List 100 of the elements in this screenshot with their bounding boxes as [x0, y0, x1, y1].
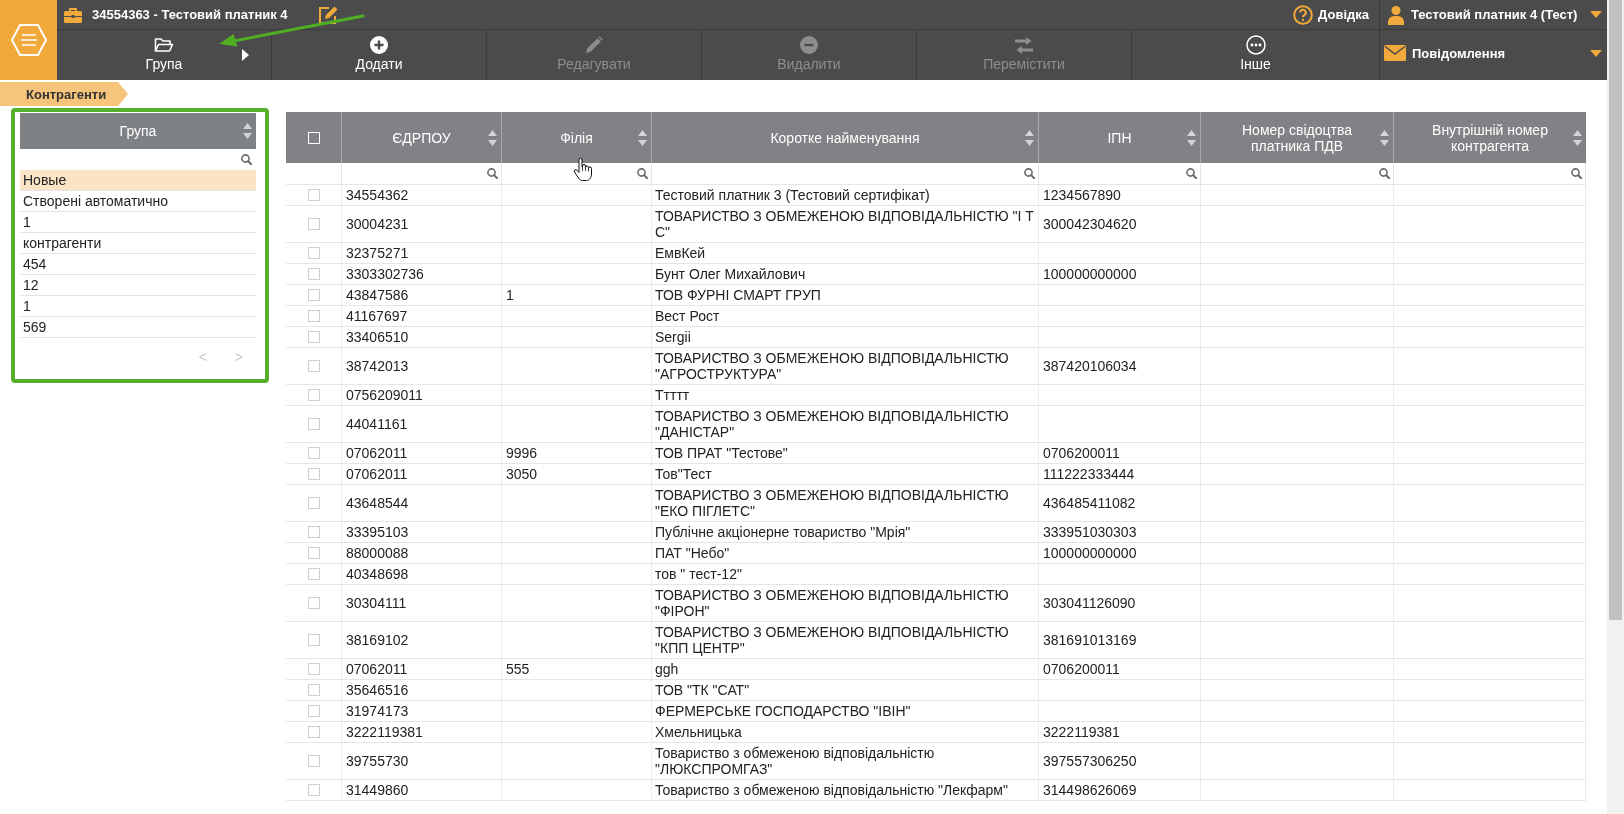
table-cell: 100000000000 [1039, 264, 1201, 285]
table-cell: 100000000000 [1039, 543, 1201, 564]
search-icon [1571, 168, 1582, 179]
toolbar-button[interactable]: Інше [1132, 30, 1379, 80]
filter-field[interactable] [1394, 163, 1586, 185]
table-cell: ТОВАРИСТВО З ОБМЕЖЕНОЮ ВІДПОВІДАЛЬНІСТЮ "ФІРОН" [652, 585, 1039, 622]
help-link[interactable]: Довідка [1293, 4, 1369, 25]
caret-down-icon [1590, 49, 1602, 57]
row-checkbox[interactable] [308, 663, 320, 675]
scrollbar-thumb[interactable] [1609, 0, 1622, 620]
table-cell: 40348698 [342, 564, 502, 585]
envelope-icon [1384, 45, 1406, 61]
group-item[interactable]: Новые [20, 170, 256, 191]
messages-menu[interactable]: Повідомлення [1379, 30, 1607, 80]
help-icon [1293, 4, 1314, 25]
table-cell: 43847586 [342, 285, 502, 306]
table-cell: Товариство з обмеженою відповідальністю "Лекфарм" [652, 780, 1039, 801]
sort-arrows-icon[interactable] [638, 129, 647, 146]
row-checkbox[interactable] [308, 389, 320, 401]
row-checkbox[interactable] [308, 289, 320, 301]
sort-arrows-icon[interactable] [1380, 129, 1389, 146]
table-cell: 38742013 [342, 348, 502, 385]
table-cell: 35646516 [342, 680, 502, 701]
column-header[interactable]: Внутрішній номер контрагента [1394, 112, 1586, 163]
row-checkbox[interactable] [308, 310, 320, 322]
breadcrumb-tab[interactable]: Контрагенти [0, 82, 128, 106]
sort-arrows-icon[interactable] [1187, 129, 1196, 146]
row-checkbox[interactable] [308, 247, 320, 259]
row-checkbox[interactable] [308, 755, 320, 767]
table-cell: ТОВАРИСТВО З ОБМЕЖЕНОЮ ВІДПОВІДАЛЬНІСТЮ "ЕКО ПІГЛЕТС" [652, 485, 1039, 522]
column-header[interactable]: Група [20, 113, 256, 149]
table-cell: 333951030303 [1039, 522, 1201, 543]
row-checkbox[interactable] [308, 468, 320, 480]
row-checkbox[interactable] [308, 189, 320, 201]
row-checkbox[interactable] [308, 568, 320, 580]
sort-arrows-icon[interactable] [488, 129, 497, 146]
toolbar-button[interactable]: Додати [272, 30, 487, 80]
user-icon [1388, 4, 1404, 25]
hexagon-menu-icon [10, 24, 47, 56]
group-item[interactable]: контрагенти [20, 233, 256, 254]
ellipsis-circle-icon [1245, 35, 1266, 55]
table-cell: 397557306250 [1039, 743, 1201, 780]
row-checkbox[interactable] [308, 726, 320, 738]
sort-arrows-icon[interactable] [1025, 129, 1034, 146]
filter-field[interactable] [342, 163, 502, 185]
group-item[interactable]: 1 [20, 296, 256, 317]
table-cell: 0756209011 [342, 385, 502, 406]
minus-circle-icon [800, 36, 818, 54]
sort-arrows-icon[interactable] [243, 123, 252, 139]
row-checkbox[interactable] [308, 360, 320, 372]
table-cell: Товариство з обмеженою відповідальністю "ЛЮКСПРОМГАЗ" [652, 743, 1039, 780]
table-cell: 436485411082 [1039, 485, 1201, 522]
row-checkbox[interactable] [308, 705, 320, 717]
search-icon [241, 154, 252, 165]
row-checkbox[interactable] [308, 597, 320, 609]
filter-field[interactable] [1039, 163, 1201, 185]
edit-icon[interactable] [317, 4, 340, 25]
user-menu[interactable]: Тестовий платник 4 (Тест) [1379, 0, 1607, 30]
column-header[interactable]: Філія [502, 112, 652, 163]
group-item[interactable]: 454 [20, 254, 256, 275]
swap-arrows-icon [1014, 36, 1034, 54]
table-cell: Вест Рост [652, 306, 1039, 327]
row-checkbox[interactable] [308, 547, 320, 559]
table-cell: 07062011 [342, 464, 502, 485]
select-all-checkbox[interactable] [307, 131, 320, 144]
row-checkbox[interactable] [308, 526, 320, 538]
table-cell: 3222119381 [1039, 722, 1201, 743]
row-checkbox[interactable] [308, 684, 320, 696]
pencil-icon [585, 36, 603, 54]
row-checkbox[interactable] [308, 218, 320, 230]
group-item[interactable]: 569 [20, 317, 256, 338]
search-icon [1024, 168, 1035, 179]
column-header[interactable]: ЄДРПОУ [342, 112, 502, 163]
table-cell: 30004231 [342, 206, 502, 243]
menu-button[interactable] [0, 0, 57, 80]
table-cell: 0706200011 [1039, 443, 1201, 464]
table-cell: 314498626069 [1039, 780, 1201, 801]
group-item[interactable]: 12 [20, 275, 256, 296]
column-header[interactable]: Коротке найменування [652, 112, 1039, 163]
filter-field[interactable] [652, 163, 1039, 185]
row-checkbox[interactable] [308, 331, 320, 343]
table-cell: ggh [652, 659, 1039, 680]
row-checkbox[interactable] [308, 634, 320, 646]
search-icon [1379, 168, 1390, 179]
row-checkbox[interactable] [308, 447, 320, 459]
column-header[interactable]: Номер свідоцтва платника ПДВ [1201, 112, 1394, 163]
table-cell: 39755730 [342, 743, 502, 780]
table-cell: 34554362 [342, 185, 502, 206]
search-icon [637, 168, 648, 179]
sort-arrows-icon[interactable] [1573, 129, 1582, 146]
table-cell: Публічне акціонерне товариство "Мрія" [652, 522, 1039, 543]
row-checkbox[interactable] [308, 497, 320, 509]
row-checkbox[interactable] [308, 418, 320, 430]
column-header[interactable]: ІПН [1039, 112, 1201, 163]
row-checkbox[interactable] [308, 784, 320, 796]
table-cell: 33406510 [342, 327, 502, 348]
group-item[interactable]: Створені автоматично [20, 191, 256, 212]
row-checkbox[interactable] [308, 268, 320, 280]
filter-field[interactable] [1201, 163, 1394, 185]
group-item[interactable]: 1 [20, 212, 256, 233]
